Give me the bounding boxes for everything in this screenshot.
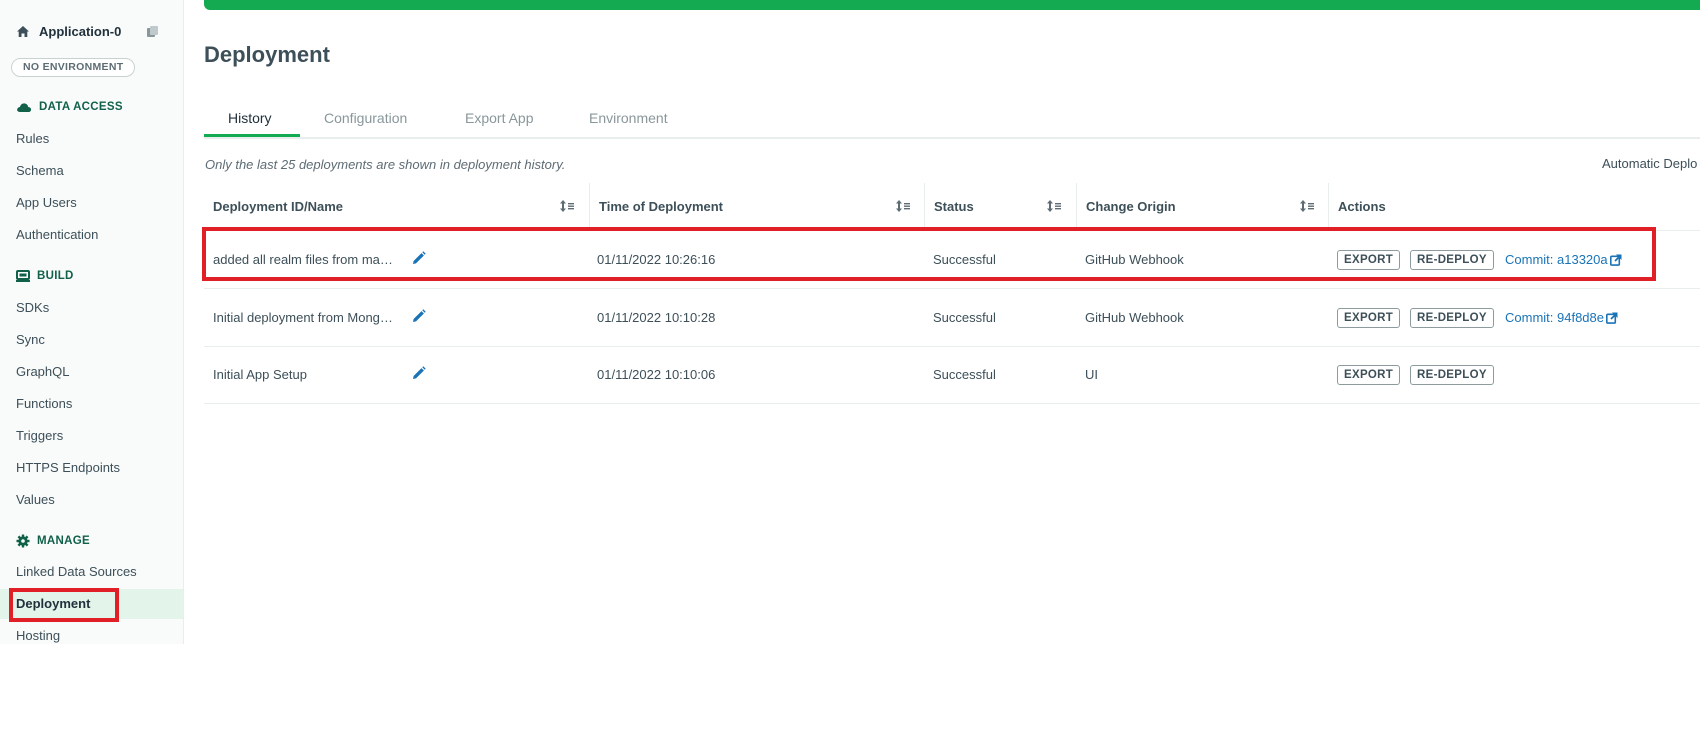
deployment-time: 01/11/2022 10:26:16 [597,252,716,267]
tab-bar: History Configuration Export App Environ… [204,104,1700,139]
change-origin: UI [1085,367,1098,382]
deployment-name: Initial deployment from Mong… [213,310,393,325]
commit-link[interactable]: Commit: 94f8d8e [1505,289,1618,346]
sidebar-item-linked-data-sources[interactable]: Linked Data Sources [0,557,183,587]
change-origin: GitHub Webhook [1085,310,1184,325]
sort-icon[interactable] [560,200,574,212]
sidebar-item-sync[interactable]: Sync [0,325,183,355]
table-header: Deployment ID/Name Time of Deployment St… [204,183,1700,231]
active-tab-indicator [204,134,300,137]
environment-badge[interactable]: NO ENVIRONMENT [11,58,136,77]
sidebar-item-functions[interactable]: Functions [0,389,183,419]
column-change-origin[interactable]: Change Origin [1076,183,1328,230]
tab-environment[interactable]: Environment [589,110,668,126]
commit-link[interactable]: Commit: a13320a [1505,231,1622,288]
automatic-deployment-label: Automatic Deplo [1602,156,1698,171]
cloud-icon [17,102,32,112]
sidebar-item-authentication[interactable]: Authentication [0,220,183,250]
edit-icon[interactable] [411,251,426,266]
table-row: Initial deployment from Mong… 01/11/2022… [204,289,1700,347]
export-button[interactable]: EXPORT [1337,308,1401,328]
sort-icon[interactable] [1300,200,1314,212]
table-row: added all realm files from ma… 01/11/202… [204,231,1700,289]
column-deployment-name[interactable]: Deployment ID/Name [204,183,589,230]
page-title: Deployment [204,42,330,67]
deployment-status: Successful [933,252,996,267]
sort-icon[interactable] [896,200,910,212]
column-status[interactable]: Status [924,183,1076,230]
edit-icon[interactable] [411,366,426,381]
sidebar-item-schema[interactable]: Schema [0,156,183,186]
copy-icon[interactable] [146,25,159,38]
sort-icon[interactable] [1047,200,1061,212]
sidebar-item-graphql[interactable]: GraphQL [0,357,183,387]
sidebar-item-app-users[interactable]: App Users [0,188,183,218]
section-data-access: DATA ACCESS [16,101,123,113]
export-button[interactable]: EXPORT [1337,365,1401,385]
history-note: Only the last 25 deployments are shown i… [205,157,566,172]
deployment-status: Successful [933,367,996,382]
sidebar-item-triggers[interactable]: Triggers [0,421,183,451]
column-time-of-deployment[interactable]: Time of Deployment [589,183,924,230]
redeploy-button[interactable]: RE-DEPLOY [1410,365,1494,385]
redeploy-button[interactable]: RE-DEPLOY [1410,308,1494,328]
gear-icon [16,534,30,548]
change-origin: GitHub Webhook [1085,252,1184,267]
build-icon [16,270,30,282]
external-link-icon [1606,312,1618,324]
sidebar-item-sdks[interactable]: SDKs [0,293,183,323]
deployment-time: 01/11/2022 10:10:06 [597,367,716,382]
home-icon [17,26,29,37]
sidebar-item-deployment[interactable]: Deployment [0,589,183,619]
sidebar: Application-0 NO ENVIRONMENT DATA ACCESS… [0,0,184,644]
column-actions: Actions [1328,183,1700,230]
tab-configuration[interactable]: Configuration [324,110,407,126]
sidebar-item-values[interactable]: Values [0,485,183,515]
section-manage: MANAGE [16,534,90,548]
external-link-icon [1609,254,1622,266]
deployment-name: added all realm files from ma… [213,252,393,267]
sidebar-item-hosting[interactable]: Hosting [0,621,183,644]
tab-export-app[interactable]: Export App [465,110,534,126]
tab-history[interactable]: History [228,110,272,126]
top-banner [204,0,1700,10]
edit-icon[interactable] [411,309,426,324]
sidebar-item-https-endpoints[interactable]: HTTPS Endpoints [0,453,183,483]
app-name: Application-0 [39,24,122,39]
sidebar-item-rules[interactable]: Rules [0,124,183,154]
table-row: Initial App Setup 01/11/2022 10:10:06 Su… [204,346,1700,404]
deployment-time: 01/11/2022 10:10:28 [597,310,716,325]
deployment-name: Initial App Setup [213,367,307,382]
section-build: BUILD [16,270,74,282]
deployment-status: Successful [933,310,996,325]
redeploy-button[interactable]: RE-DEPLOY [1410,250,1494,270]
export-button[interactable]: EXPORT [1337,250,1401,270]
app-selector[interactable]: Application-0 [16,24,121,39]
